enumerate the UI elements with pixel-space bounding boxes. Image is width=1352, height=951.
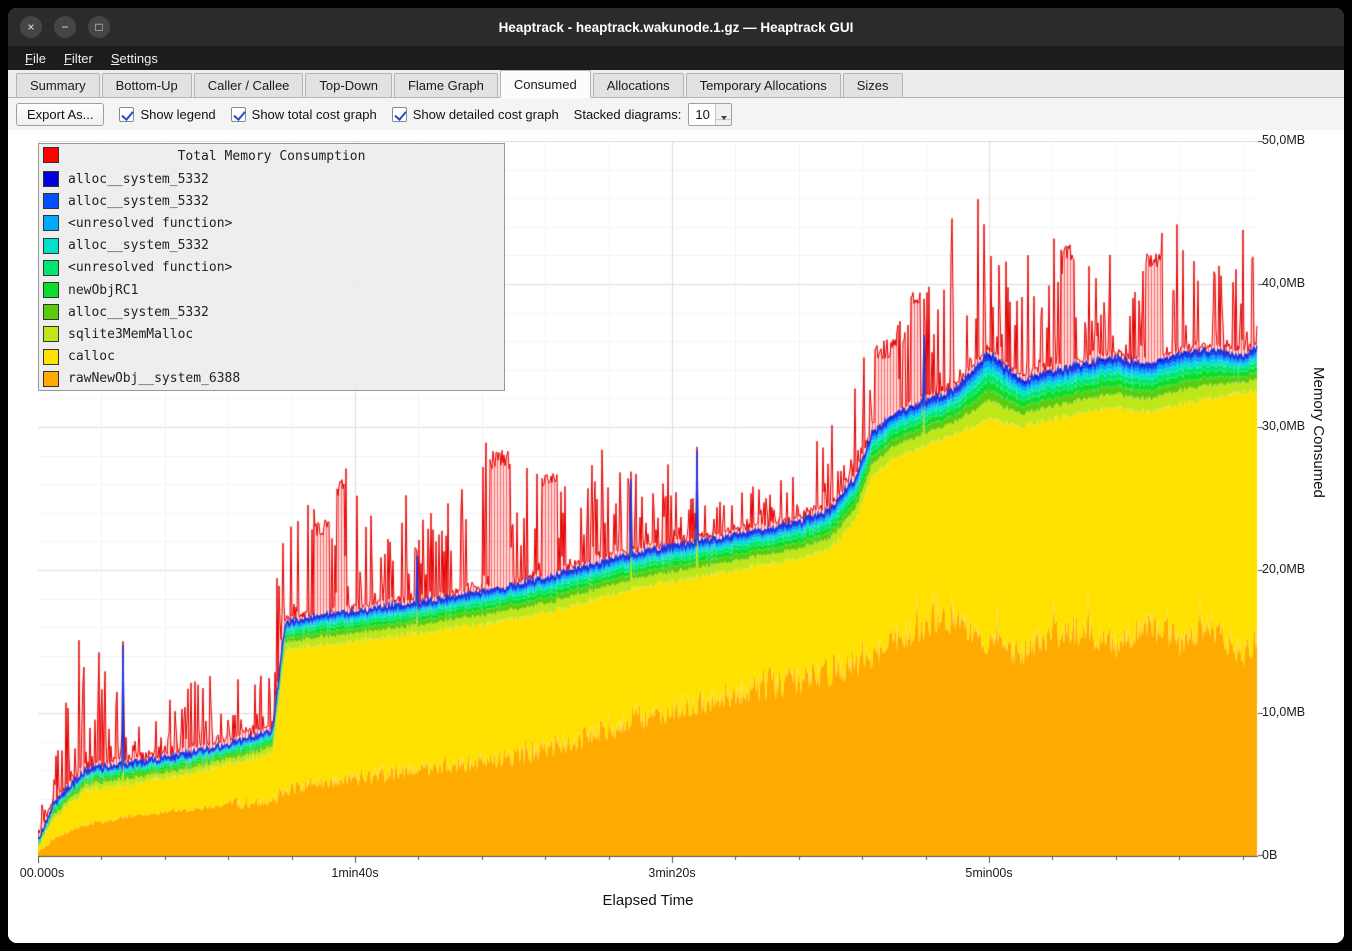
export-as-button[interactable]: Export As... [16, 103, 104, 126]
legend-swatch [43, 371, 59, 387]
menubar: File Filter Settings [8, 46, 1344, 70]
tab-bottom-up[interactable]: Bottom-Up [102, 73, 192, 97]
tab-flame-graph[interactable]: Flame Graph [394, 73, 498, 97]
checkbox-label: Show detailed cost graph [413, 107, 559, 122]
y-axis-tick-label: 0B [1262, 848, 1277, 862]
legend-item: newObjRC1 [39, 279, 504, 301]
legend-title: Total Memory Consumption [39, 149, 504, 164]
x-axis-tick-label: 3min20s [648, 866, 695, 880]
legend-label: newObjRC1 [68, 283, 138, 298]
toolbar: Export As... Show legend Show total cost… [8, 98, 1344, 130]
y-axis-tick-label: 10,0MB [1262, 705, 1305, 719]
window-title: Heaptrack - heaptrack.wakunode.1.gz — He… [499, 20, 854, 35]
legend-label: alloc__system_5332 [68, 194, 209, 209]
tab-sizes[interactable]: Sizes [843, 73, 903, 97]
y-axis-tick-label: 40,0MB [1262, 276, 1305, 290]
show-detailed-cost-graph-checkbox[interactable]: Show detailed cost graph [392, 107, 559, 122]
tab-consumed[interactable]: Consumed [500, 70, 591, 98]
tab-allocations[interactable]: Allocations [593, 73, 684, 97]
legend-item: alloc__system_5332 [39, 301, 504, 323]
legend-label: <unresolved function> [68, 260, 232, 275]
legend-label: <unresolved function> [68, 216, 232, 231]
legend-item: alloc__system_5332 [39, 168, 504, 190]
tab-top-down[interactable]: Top-Down [305, 73, 392, 97]
x-axis-tick-label: 1min40s [331, 866, 378, 880]
legend-item: alloc__system_5332 [39, 190, 504, 212]
legend-item: <unresolved function> [39, 257, 504, 279]
legend-title-swatch [43, 147, 59, 163]
tab-temporary-allocations[interactable]: Temporary Allocations [686, 73, 841, 97]
stacked-diagrams-value[interactable]: 10 [689, 104, 715, 125]
heaptrack-window: × − □ Heaptrack - heaptrack.wakunode.1.g… [8, 8, 1344, 943]
checkbox-label: Show legend [140, 107, 215, 122]
show-total-cost-graph-checkbox[interactable]: Show total cost graph [231, 107, 377, 122]
chevron-down-icon [721, 120, 727, 126]
y-axis-tick-label: 50,0MB [1262, 133, 1305, 147]
legend-item: alloc__system_5332 [39, 235, 504, 257]
y-axis-title: Memory Consumed [1310, 367, 1327, 647]
legend-label: sqlite3MemMalloc [68, 327, 193, 342]
stacked-diagrams-spinner[interactable]: 10 [688, 103, 732, 126]
legend-item: calloc [39, 346, 504, 368]
chart-legend: Total Memory Consumption alloc__system_5… [38, 143, 505, 391]
screen: { "window": { "title": "Heaptrack - heap… [0, 0, 1352, 951]
tabbar: Summary Bottom-Up Caller / Callee Top-Do… [8, 70, 1344, 98]
tab-caller-callee[interactable]: Caller / Callee [194, 73, 304, 97]
titlebar[interactable]: × − □ Heaptrack - heaptrack.wakunode.1.g… [8, 8, 1344, 46]
legend-swatch [43, 215, 59, 231]
legend-label: alloc__system_5332 [68, 305, 209, 320]
show-legend-checkbox[interactable]: Show legend [119, 107, 215, 122]
checkbox-checked-icon [392, 107, 407, 122]
stacked-diagrams-label: Stacked diagrams: [574, 107, 682, 122]
legend-swatch [43, 171, 59, 187]
close-icon: × [27, 21, 34, 33]
legend-label: calloc [68, 349, 115, 364]
legend-swatch [43, 326, 59, 342]
minimize-button[interactable]: − [54, 16, 76, 38]
maximize-button[interactable]: □ [88, 16, 110, 38]
y-axis-tick-label: 20,0MB [1262, 562, 1305, 576]
legend-item: <unresolved function> [39, 212, 504, 234]
minimize-icon: − [61, 21, 68, 33]
x-axis-tick-label: 5min00s [965, 866, 1012, 880]
legend-label: rawNewObj__system_6388 [68, 371, 240, 386]
checkbox-label: Show total cost graph [252, 107, 377, 122]
consumed-chart-region: Total Memory Consumption alloc__system_5… [8, 130, 1344, 943]
menu-settings[interactable]: Settings [102, 48, 167, 69]
menu-file[interactable]: File [16, 48, 55, 69]
legend-item: rawNewObj__system_6388 [39, 368, 504, 390]
legend-label: alloc__system_5332 [68, 172, 209, 187]
legend-title-row: Total Memory Consumption [39, 144, 504, 168]
menu-filter[interactable]: Filter [55, 48, 102, 69]
maximize-icon: □ [95, 21, 102, 33]
close-button[interactable]: × [20, 16, 42, 38]
tab-summary[interactable]: Summary [16, 73, 100, 97]
x-axis-title: Elapsed Time [603, 892, 694, 909]
legend-swatch [43, 304, 59, 320]
legend-swatch [43, 193, 59, 209]
legend-swatch [43, 282, 59, 298]
window-controls: × − □ [20, 16, 110, 38]
checkbox-checked-icon [119, 107, 134, 122]
spin-down-button[interactable] [716, 120, 731, 126]
legend-swatch [43, 238, 59, 254]
legend-label: alloc__system_5332 [68, 238, 209, 253]
y-axis-tick-label: 30,0MB [1262, 419, 1305, 433]
legend-swatch [43, 260, 59, 276]
checkbox-checked-icon [231, 107, 246, 122]
x-axis-tick-label: 00.000s [20, 866, 64, 880]
legend-item: sqlite3MemMalloc [39, 323, 504, 345]
legend-swatch [43, 349, 59, 365]
